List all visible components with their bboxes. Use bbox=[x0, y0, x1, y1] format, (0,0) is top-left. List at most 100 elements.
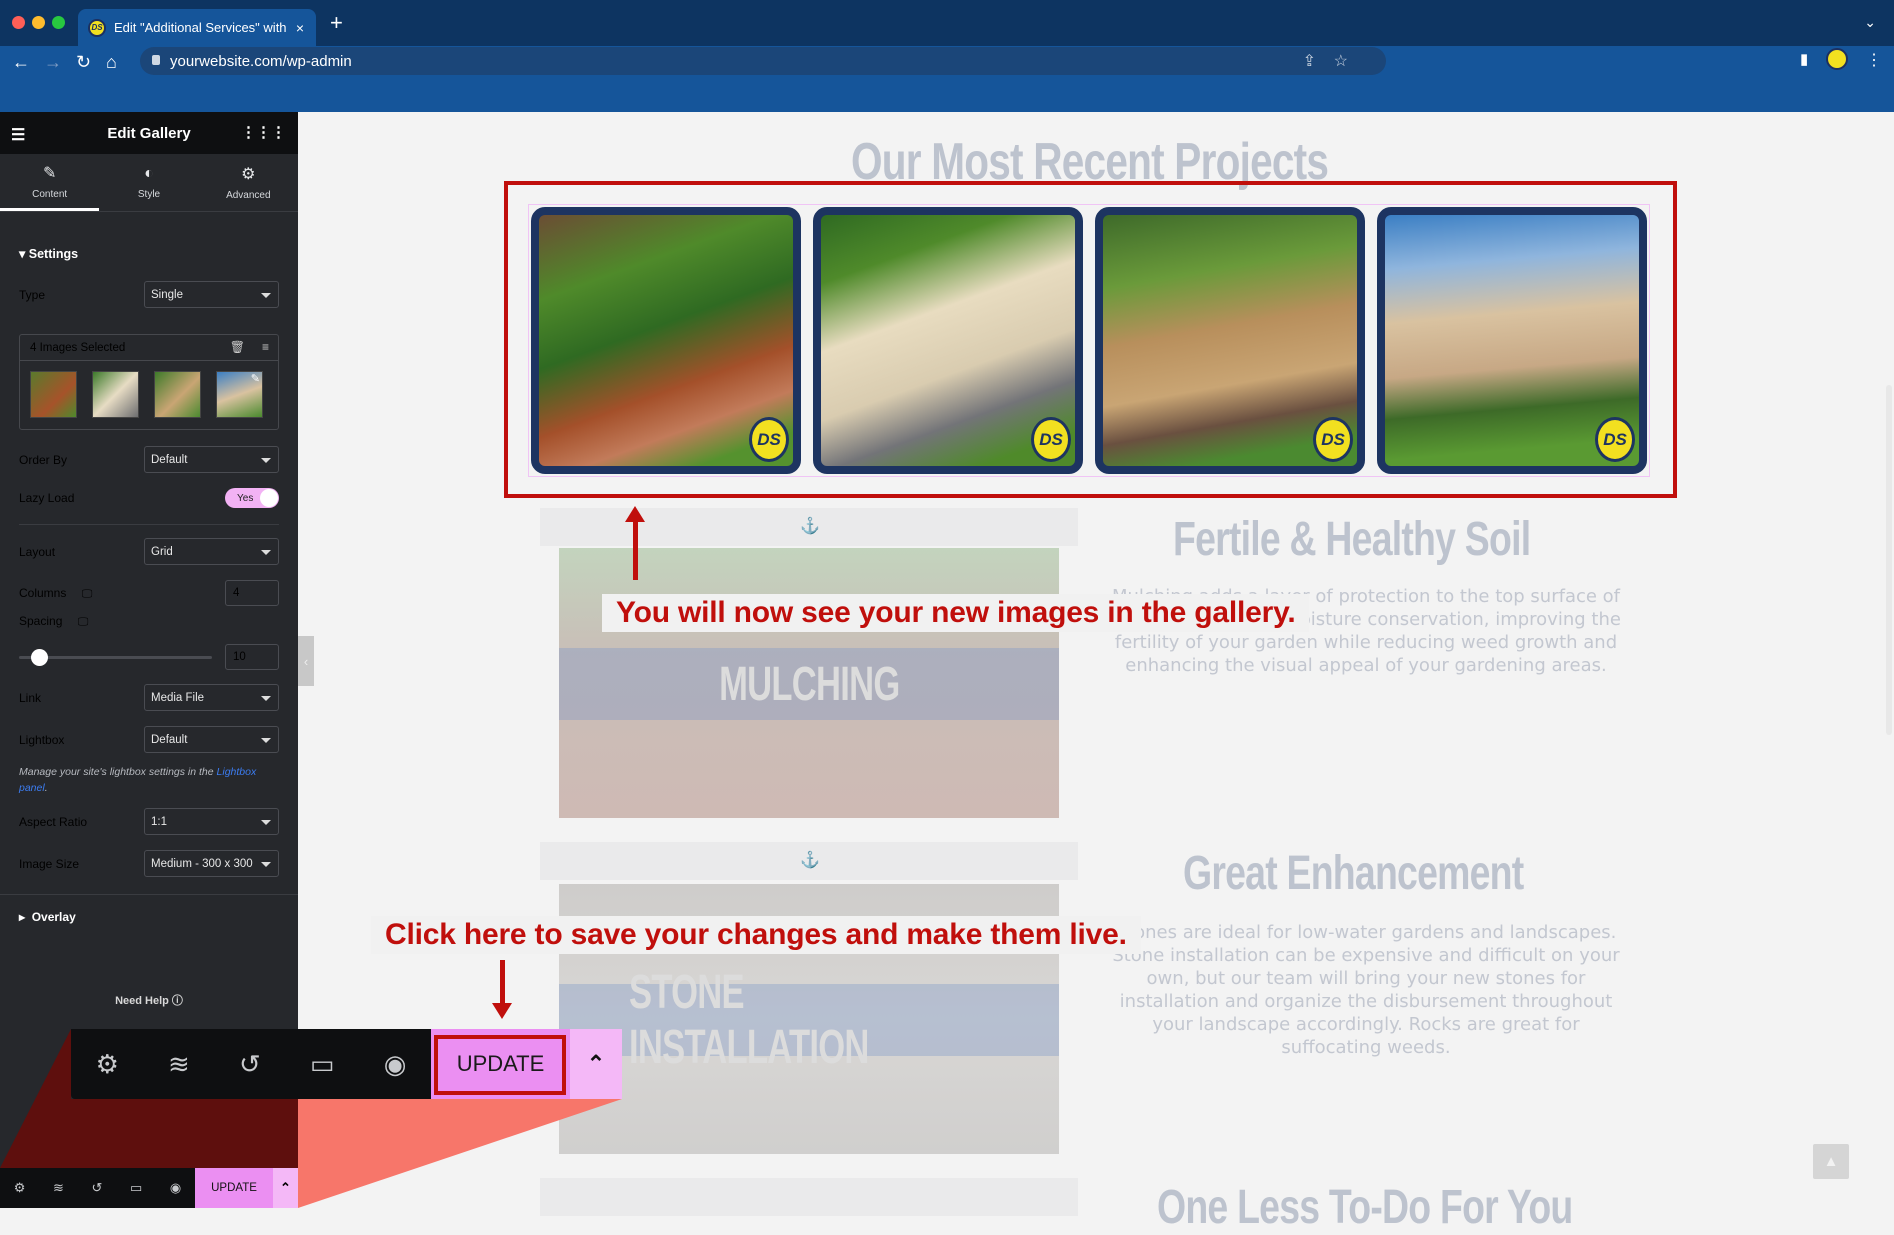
side-panel-icon[interactable]: ▮ bbox=[1800, 50, 1808, 68]
save-options-chevron-icon[interactable]: ⌃ bbox=[273, 1168, 298, 1208]
order-by-select[interactable]: Default bbox=[144, 446, 279, 473]
layout-control: Layout Grid bbox=[19, 538, 279, 565]
address-bar[interactable]: yourwebsite.com/wp-admin ⇪ ☆ bbox=[140, 47, 1386, 75]
footer-toolbar: ⚙ ≋ ↺ ▭ ◉ UPDATE ⌃ bbox=[0, 1168, 298, 1208]
scroll-to-top-button[interactable]: ▲ bbox=[1813, 1144, 1849, 1179]
anchor-icon: ⚓ bbox=[800, 518, 820, 535]
image-size-control: Image Size Medium - 300 x 300 bbox=[19, 850, 279, 877]
new-tab-button[interactable]: + bbox=[330, 10, 343, 36]
link-select[interactable]: Media File bbox=[144, 684, 279, 711]
section-anchor-bar bbox=[540, 1178, 1078, 1216]
preview-eye-icon[interactable]: ◉ bbox=[384, 1049, 407, 1080]
pencil-icon: ✎ bbox=[42, 164, 57, 182]
columns-input[interactable]: 4 bbox=[225, 580, 279, 606]
trash-icon[interactable]: 🗑 bbox=[230, 340, 245, 354]
back-arrow-icon[interactable]: ← bbox=[12, 52, 30, 73]
page-scrollbar[interactable] bbox=[1886, 385, 1892, 735]
save-options-chevron-icon[interactable]: ⌃ bbox=[570, 1029, 622, 1099]
database-icon[interactable]: ≡ bbox=[262, 340, 269, 354]
home-icon[interactable]: ⌂ bbox=[106, 52, 117, 73]
layout-label: Layout bbox=[19, 544, 56, 559]
edit-pencil-icon[interactable]: ✎ bbox=[251, 372, 260, 385]
tab-style[interactable]: ◐ Style bbox=[99, 154, 198, 211]
desktop-icon[interactable]: 🖵 bbox=[82, 588, 93, 600]
divider bbox=[0, 894, 298, 895]
navigator-layers-icon[interactable]: ≋ bbox=[168, 1049, 190, 1080]
spacing-label-row: Spacing 🖵 bbox=[19, 614, 279, 629]
update-button-magnified[interactable]: UPDATE bbox=[431, 1029, 570, 1099]
tab-title: Edit "Additional Services" with bbox=[114, 20, 287, 35]
spacing-input[interactable]: 10 bbox=[225, 644, 279, 670]
anchor-icon: ⚓ bbox=[800, 852, 820, 869]
aspect-ratio-label: Aspect Ratio bbox=[19, 814, 88, 829]
tab-content[interactable]: ✎ Content bbox=[0, 154, 100, 211]
image-size-label: Image Size bbox=[19, 856, 80, 871]
image-size-select[interactable]: Medium - 300 x 300 bbox=[144, 850, 279, 877]
gear-icon: ⚙ bbox=[241, 166, 256, 183]
tab-advanced[interactable]: ⚙ Advanced bbox=[199, 154, 298, 211]
settings-icon[interactable]: ⚙ bbox=[96, 1049, 119, 1080]
spacing-control: 10 bbox=[19, 644, 279, 670]
lazy-load-control: Lazy Load Yes bbox=[19, 488, 279, 508]
update-button[interactable]: UPDATE bbox=[195, 1168, 273, 1208]
panel-tabs: ✎ Content ◐ Style ⚙ Advanced bbox=[0, 154, 298, 212]
collapse-panel-handle[interactable]: ‹ bbox=[298, 636, 314, 686]
settings-section-toggle[interactable]: ▾ Settings bbox=[0, 212, 298, 261]
navigator-layers-icon[interactable]: ≋ bbox=[53, 1180, 64, 1196]
aspect-ratio-control: Aspect Ratio 1:1 bbox=[19, 808, 279, 835]
hamburger-menu-icon[interactable]: ☰ bbox=[11, 125, 25, 145]
maximize-window-button[interactable] bbox=[52, 16, 65, 29]
bookmark-star-icon[interactable]: ☆ bbox=[1334, 51, 1348, 71]
minimize-window-button[interactable] bbox=[32, 16, 45, 29]
layout-select[interactable]: Grid bbox=[144, 538, 279, 565]
overlay-section-toggle[interactable]: ▸ Overlay bbox=[19, 910, 279, 924]
history-icon[interactable]: ↺ bbox=[92, 1180, 103, 1196]
gallery-thumb[interactable] bbox=[30, 371, 77, 418]
history-icon[interactable]: ↺ bbox=[239, 1049, 261, 1080]
share-icon[interactable]: ⇪ bbox=[1303, 51, 1316, 71]
responsive-mode-icon[interactable]: ▭ bbox=[310, 1049, 335, 1080]
aspect-ratio-select[interactable]: 1:1 bbox=[144, 808, 279, 835]
reload-icon[interactable]: ↻ bbox=[76, 52, 91, 73]
settings-icon[interactable]: ⚙ bbox=[14, 1180, 26, 1196]
forward-arrow-icon[interactable]: → bbox=[44, 52, 62, 73]
lightbox-select[interactable]: Default bbox=[144, 726, 279, 753]
images-selected-count: 4 Images Selected bbox=[30, 341, 126, 354]
gallery-highlight-box bbox=[504, 181, 1677, 498]
gallery-thumb[interactable] bbox=[92, 371, 139, 418]
update-callout: Click here to save your changes and make… bbox=[371, 916, 1141, 954]
spacing-label: Spacing 🖵 bbox=[19, 614, 89, 628]
half-circle-icon: ◐ bbox=[144, 165, 154, 182]
columns-label: Columns 🖵 bbox=[19, 585, 93, 600]
gallery-thumb[interactable] bbox=[154, 371, 201, 418]
divider bbox=[19, 524, 279, 525]
tab-search-chevron-icon[interactable]: ⌄ bbox=[1864, 14, 1876, 31]
magnified-footer-toolbar: ⚙ ≋ ↺ ▭ ◉ UPDATE ⌃ bbox=[71, 1029, 622, 1099]
browser-tab[interactable]: DS Edit "Additional Services" with × bbox=[78, 9, 316, 46]
section-text: Stones are ideal for low-water gardens a… bbox=[1112, 922, 1620, 1058]
lightbox-control: Lightbox Default bbox=[19, 726, 279, 753]
url-text: yourwebsite.com/wp-admin bbox=[170, 52, 352, 70]
desktop-icon[interactable]: 🖵 bbox=[78, 616, 89, 628]
browser-menu-icon[interactable]: ⋮ bbox=[1866, 50, 1882, 70]
order-by-label: Order By bbox=[19, 452, 68, 467]
question-circle-icon: ⓘ bbox=[171, 995, 183, 1007]
type-label: Type bbox=[19, 287, 46, 302]
mulching-label: MULCHING bbox=[718, 657, 900, 711]
lazy-load-label: Lazy Load bbox=[19, 491, 75, 505]
arrow-down-annotation bbox=[492, 960, 512, 1019]
widgets-grid-icon[interactable]: ⋮⋮⋮ bbox=[241, 123, 286, 141]
gallery-thumb[interactable]: ✎ bbox=[216, 371, 263, 418]
ds-logo-icon: DS bbox=[88, 18, 106, 37]
section-anchor-bar: ⚓ bbox=[540, 508, 1078, 546]
gallery-callout: You will now see your new images in the … bbox=[602, 594, 1310, 632]
lock-icon bbox=[152, 55, 160, 65]
preview-eye-icon[interactable]: ◉ bbox=[170, 1180, 181, 1196]
type-select[interactable]: Single bbox=[144, 281, 279, 308]
profile-avatar[interactable] bbox=[1826, 48, 1848, 70]
tab-close-icon[interactable]: × bbox=[296, 20, 304, 36]
need-help-link[interactable]: Need Help ⓘ bbox=[0, 992, 298, 1008]
lazy-load-toggle[interactable]: Yes bbox=[225, 488, 279, 508]
close-window-button[interactable] bbox=[12, 16, 25, 29]
responsive-mode-icon[interactable]: ▭ bbox=[130, 1180, 142, 1196]
